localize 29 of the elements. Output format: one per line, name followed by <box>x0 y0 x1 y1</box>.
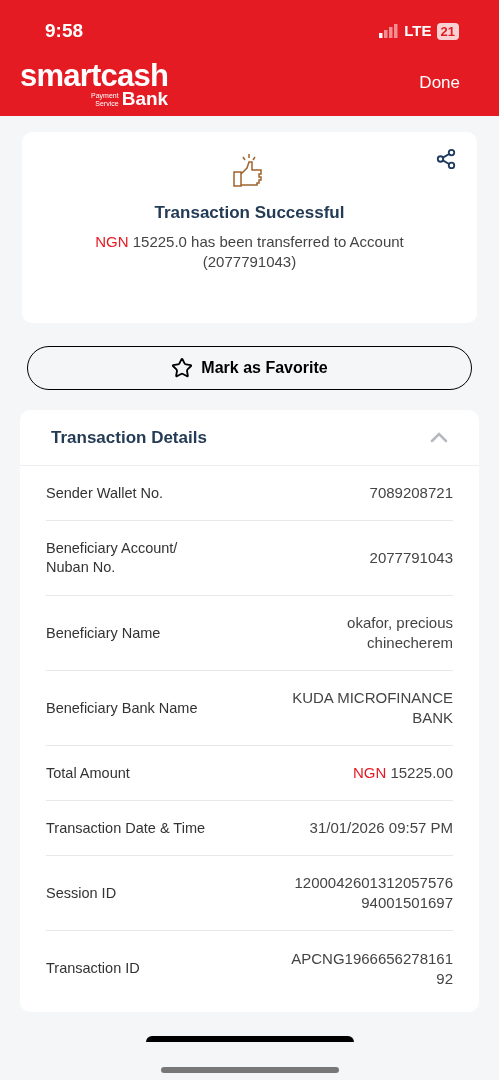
detail-label: Transaction Date & Time <box>46 818 206 838</box>
detail-label: Transaction ID <box>46 959 140 978</box>
detail-value: 31/01/2026 09:57 PM <box>309 818 453 838</box>
detail-value: 2077791043 <box>369 548 453 568</box>
network-label: LTE <box>404 20 432 41</box>
detail-value: NGN 15225.00 <box>352 763 453 783</box>
detail-value: 1200042601312057576 94001501697 <box>294 873 453 913</box>
done-button[interactable]: Done <box>419 69 479 108</box>
details-header[interactable]: Transaction Details <box>20 410 479 466</box>
signal-icon <box>379 24 400 38</box>
detail-value: APCNG1966656278161 92 <box>291 948 453 989</box>
detail-value: KUDA MICROFINANCE BANK <box>292 688 453 728</box>
success-message: NGN 15225.0 has been transferred to Account (2077791043) <box>95 231 404 272</box>
status-time: 9:58 <box>45 18 84 43</box>
logo-bank: Bank <box>121 90 169 108</box>
logo-wordmark: smartcash <box>20 62 169 90</box>
success-title: Transaction Successful <box>154 202 345 224</box>
detail-label: Total Amount <box>46 763 130 783</box>
detail-label: Sender Wallet No. <box>46 483 164 503</box>
detail-label: Beneficiary Name <box>46 623 161 643</box>
battery-icon: 21 <box>436 22 459 40</box>
detail-value: 7089208721 <box>369 483 453 503</box>
detail-label: Session ID <box>46 883 117 903</box>
share-icon[interactable] <box>435 148 457 170</box>
detail-value: okafor, precious chinecherem <box>347 613 453 653</box>
detail-label: Beneficiary Bank Name <box>46 698 198 718</box>
collapse-icon <box>430 432 448 443</box>
detail-label: Beneficiary Account/ Nuban No. <box>46 539 178 577</box>
star-icon <box>171 357 194 379</box>
